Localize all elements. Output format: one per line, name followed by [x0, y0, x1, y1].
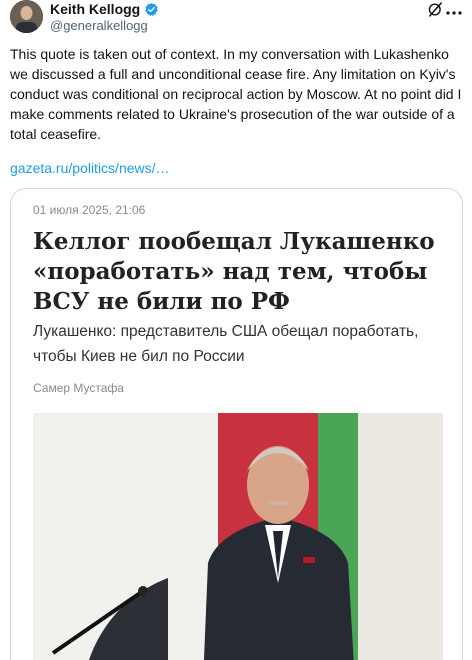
article-byline: Самер Мустафа [33, 381, 124, 395]
grok-icon[interactable] [427, 1, 444, 18]
article-subtitle: Лукашенко: представитель США обещал пора… [33, 323, 419, 365]
more-options-icon[interactable] [446, 5, 462, 15]
author-row: Keith Kellogg [50, 1, 159, 17]
avatar[interactable] [10, 0, 43, 33]
tweet-header: Keith Kellogg @generalkellogg [10, 0, 462, 36]
article-headline: Келлог пообещал Лукашенко «поработать» н… [33, 228, 435, 315]
article-photo [33, 413, 443, 660]
tweet-text: This quote is taken out of context. In m… [10, 46, 462, 142]
verified-badge-icon [144, 2, 159, 17]
author-name[interactable]: Keith Kellogg [50, 1, 140, 17]
article-link[interactable]: gazeta.ru/politics/news/… [10, 158, 170, 178]
author-handle[interactable]: @generalkellogg [50, 18, 148, 33]
link-preview-card[interactable]: 01 июля 2025, 21:06 Келлог пообещал Лука… [10, 188, 463, 660]
article-date: 01 июля 2025, 21:06 [33, 203, 146, 217]
